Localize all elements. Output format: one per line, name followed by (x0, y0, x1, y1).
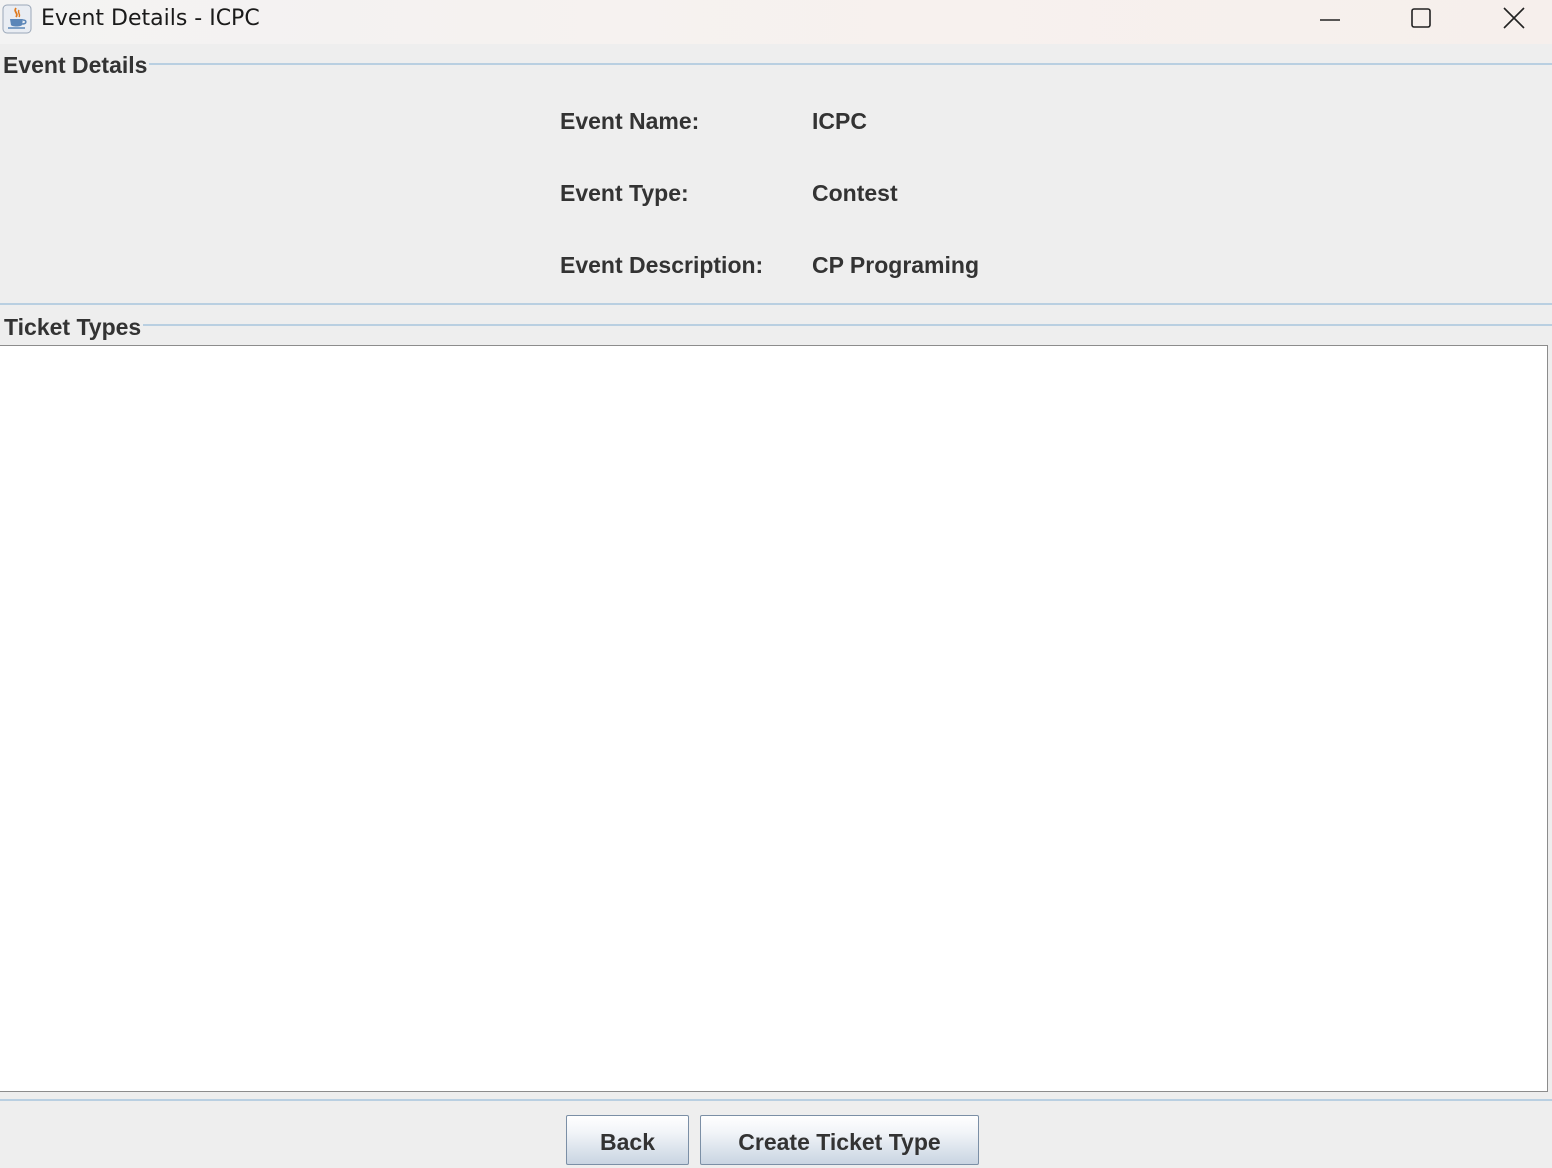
minimize-icon (1319, 7, 1341, 34)
ticket-types-bottom-border (0, 1099, 1552, 1101)
event-name-value: ICPC (812, 108, 867, 134)
ticket-types-table[interactable] (0, 345, 1548, 1092)
maximize-icon (1410, 7, 1432, 34)
event-description-label: Event Description: (560, 252, 764, 278)
event-details-border (120, 63, 1552, 65)
event-details-bottom-border (0, 303, 1552, 305)
event-type-value: Contest (812, 180, 898, 206)
event-type-label: Event Type: (560, 180, 689, 206)
title-bar: Event Details - ICPC (0, 0, 1552, 44)
java-cup-icon (2, 4, 32, 34)
create-ticket-type-button[interactable]: Create Ticket Type (700, 1115, 979, 1165)
event-description-value: CP Programing (812, 252, 979, 278)
window-title: Event Details - ICPC (41, 6, 260, 31)
close-icon (1502, 6, 1526, 35)
minimize-button[interactable] (1284, 0, 1376, 40)
event-name-label: Event Name: (560, 108, 700, 134)
ticket-types-border (120, 324, 1552, 326)
maximize-button[interactable] (1375, 0, 1467, 40)
ticket-types-title: Ticket Types (4, 314, 144, 341)
close-button[interactable] (1468, 0, 1552, 40)
back-button[interactable]: Back (566, 1115, 689, 1165)
event-details-title: Event Details (3, 52, 150, 79)
